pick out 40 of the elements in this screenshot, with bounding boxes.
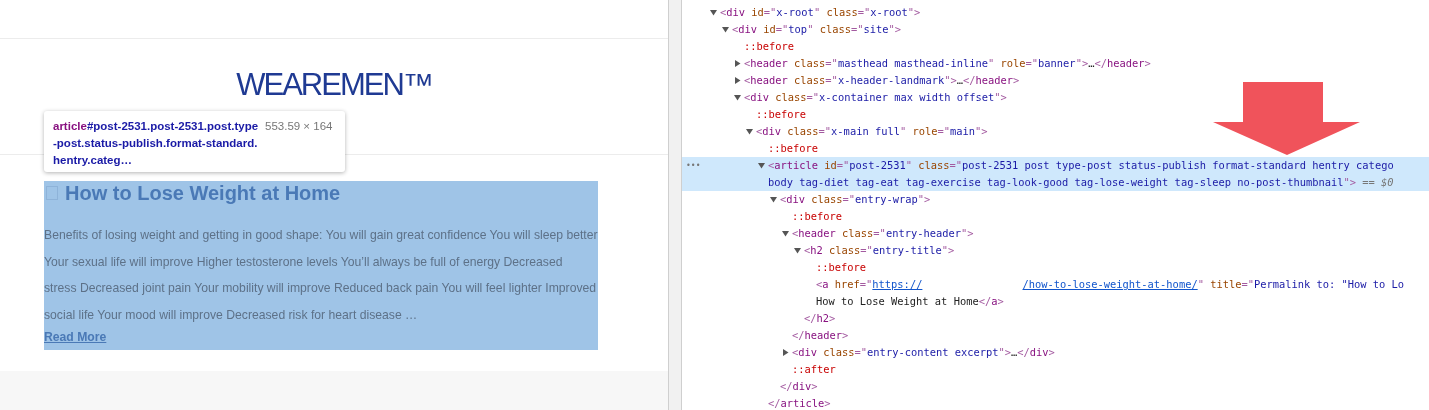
collapsed-caret-icon[interactable] (782, 349, 789, 356)
code-line[interactable]: <a href="https:// /how-to-lose-weight-at-home/" title="Permalink to: "How to Lo (816, 276, 1405, 293)
code-line[interactable]: <header class="x-header-landmark">…</header> (744, 72, 1020, 89)
expanded-caret-icon[interactable] (710, 9, 717, 16)
code-line[interactable]: </header> (792, 327, 849, 344)
expanded-caret-icon[interactable] (734, 94, 741, 101)
code-line[interactable]: ::before (744, 38, 795, 55)
expanded-caret-icon[interactable] (794, 247, 801, 254)
code-line[interactable]: ::before (756, 106, 807, 123)
article-excerpt: Benefits of losing weight and getting in good shape: You will gain great confidence You will sleep better Your sexual life will improve Higher testosterone levels You’ll always be full of energy Decreased stress Decreased joint pain Your mobility will improve Reduced back pain You will feel lighter Improved social life Your mood will improve Decreased risk for heart disease … (44, 227, 598, 324)
more-options-icon[interactable]: ••• (686, 157, 701, 174)
code-line[interactable]: How to Lose Weight at Home</a> (816, 293, 1004, 310)
code-line[interactable]: <h2 class="entry-title"> (804, 242, 955, 259)
code-line[interactable]: <div class="entry-wrap"> (780, 191, 931, 208)
expanded-caret-icon[interactable] (746, 128, 753, 135)
arrow-icon (1213, 82, 1360, 155)
code-line[interactable]: ::before (792, 208, 843, 225)
code-line[interactable]: ::after (792, 361, 836, 378)
code-line[interactable]: <div class="x-container max width offset"> (744, 89, 1007, 106)
code-line[interactable]: <div class="x-main full" role="main"> (756, 123, 988, 140)
code-line[interactable]: <article id="post-2531" class="post-2531 post type-post status-publish format-standard hentry catego body tag-diet tag-eat tag-exercise tag-look-good tag-lose-weight tag-sleep no-post-thumbnail"> == $0 (768, 157, 1394, 191)
code-line[interactable]: <div id="top" class="site"> (732, 21, 901, 38)
element-size: 553.59 × 164 (265, 119, 333, 134)
expanded-caret-icon[interactable] (770, 196, 777, 203)
code-line[interactable]: </div> (780, 378, 818, 395)
code-line[interactable]: <header class="entry-header"> (792, 225, 974, 242)
element-selector: article#post-2531.post-2531.post.type-post.status-publish.format-standard.hentry.categ… (53, 119, 259, 168)
code-line[interactable]: <div id="x-root" class="x-root"> (720, 4, 921, 21)
expanded-caret-icon[interactable] (722, 26, 729, 33)
code-line[interactable]: </article> (768, 395, 831, 410)
collapsed-caret-icon[interactable] (734, 60, 741, 67)
expanded-caret-icon[interactable] (782, 230, 789, 237)
expanded-caret-icon[interactable] (758, 162, 765, 169)
collapsed-caret-icon[interactable] (734, 77, 741, 84)
site-logo[interactable]: WEAREMEN™ (236, 69, 432, 100)
code-line[interactable]: ::before (768, 140, 819, 157)
code-line[interactable]: </h2> (804, 310, 836, 327)
code-line[interactable]: <header class="masthead masthead-inline" role="banner">…</header> (744, 55, 1151, 72)
code-line[interactable]: <div class="entry-content excerpt">…</div> (792, 344, 1055, 361)
code-line[interactable]: ::before (816, 259, 867, 276)
